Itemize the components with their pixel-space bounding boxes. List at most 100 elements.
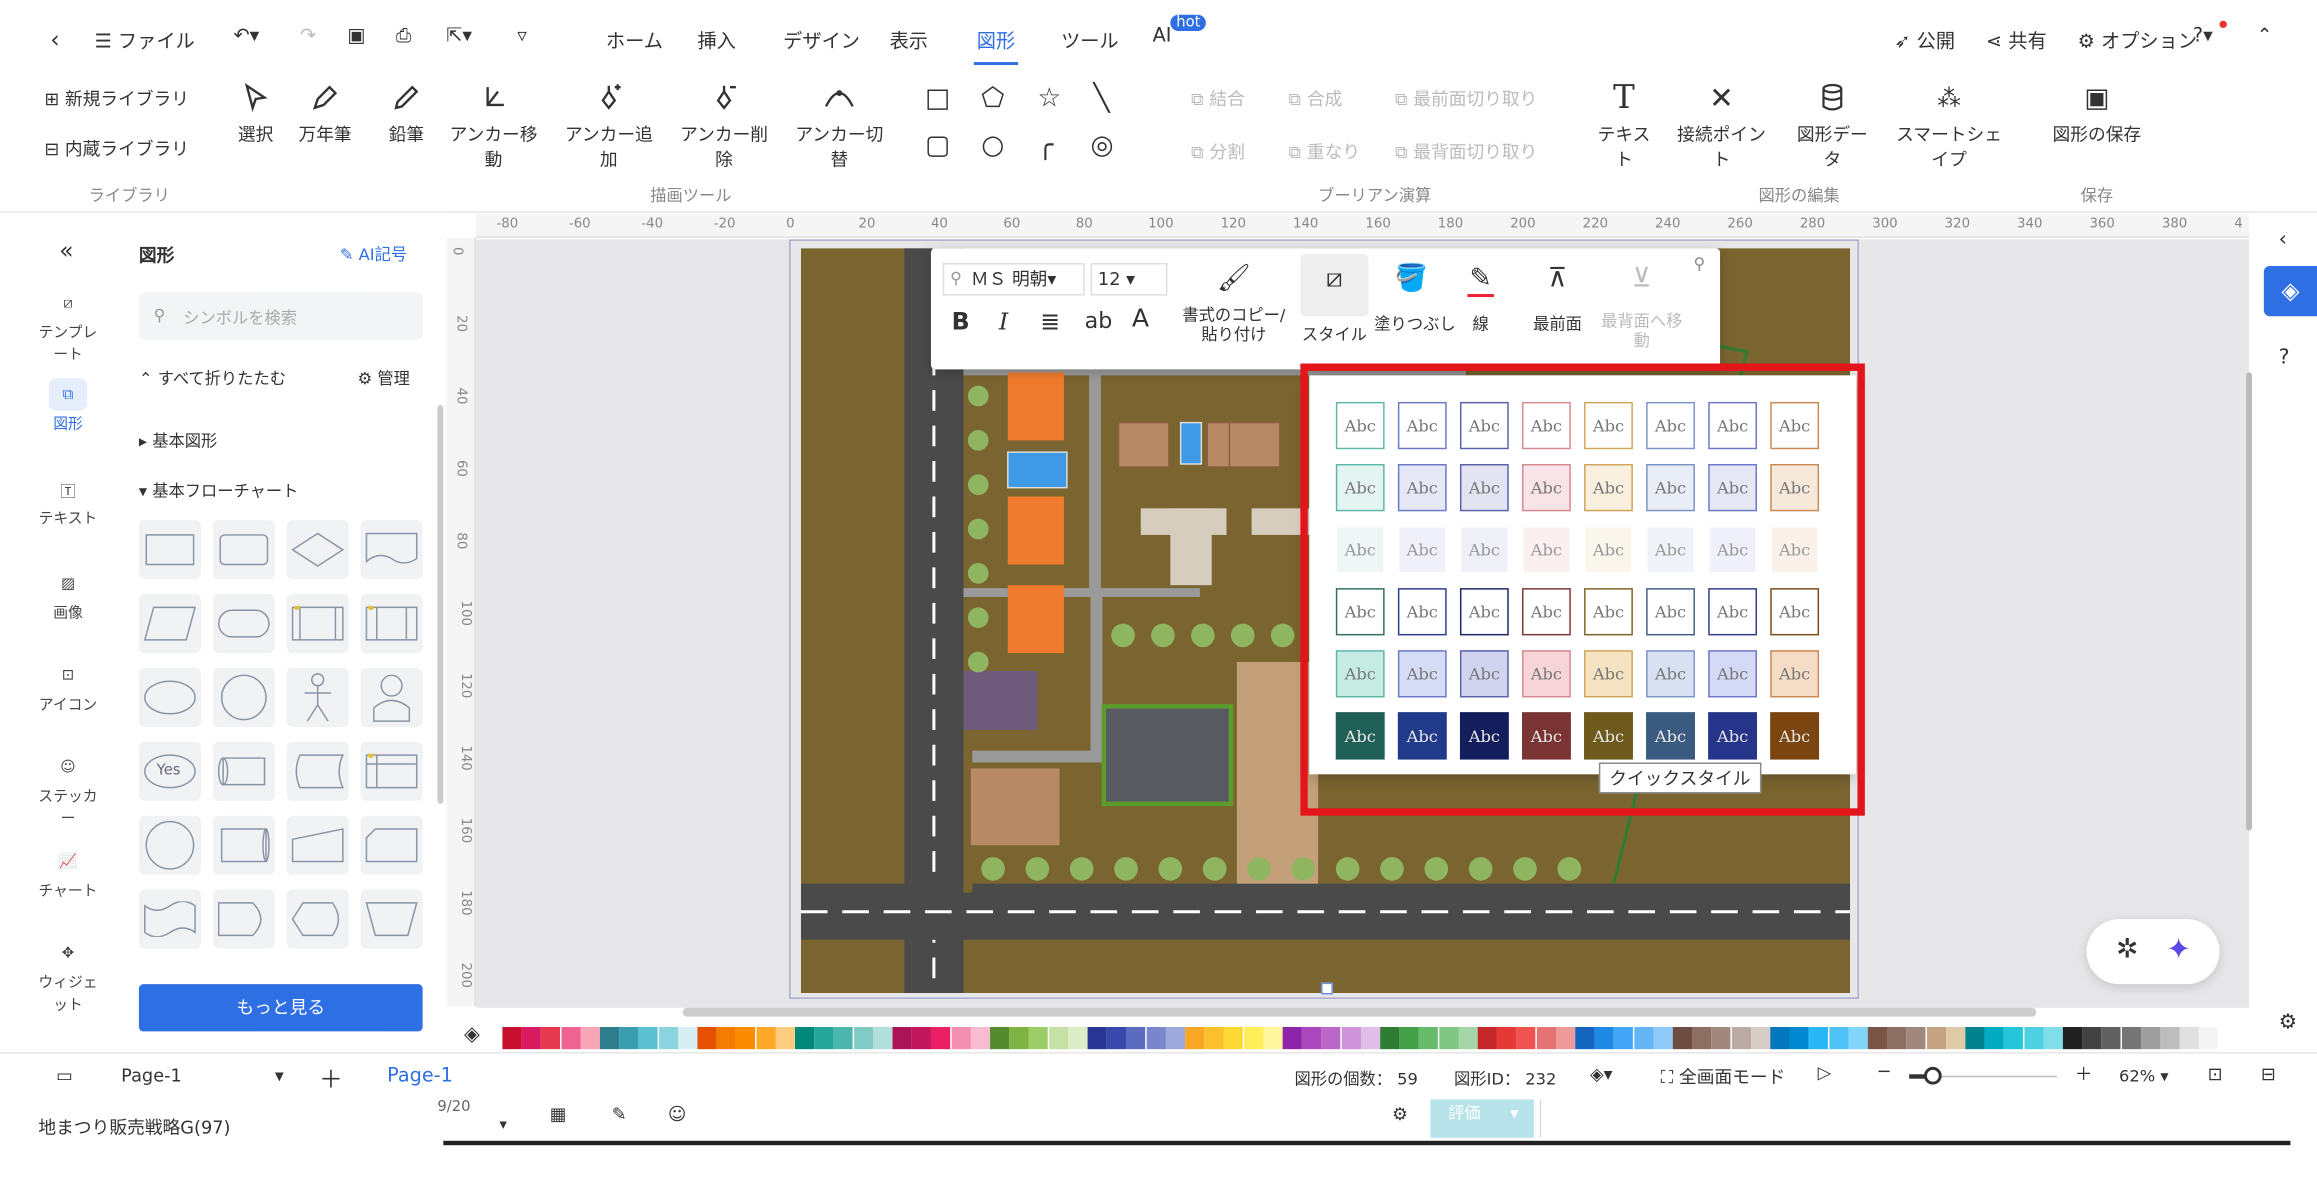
flow-terminator-shape[interactable] bbox=[212, 594, 275, 654]
palette-swatch[interactable] bbox=[1672, 1027, 1692, 1050]
palette-swatch[interactable] bbox=[2082, 1027, 2102, 1050]
text-tool[interactable]: T テキスト bbox=[1593, 79, 1655, 172]
palette-swatch[interactable] bbox=[834, 1027, 854, 1050]
palette-swatch[interactable] bbox=[1770, 1027, 1790, 1050]
tab-design[interactable]: デザイン bbox=[783, 25, 860, 53]
save-icon[interactable]: ▣ bbox=[347, 25, 365, 47]
palette-swatch[interactable] bbox=[2004, 1027, 2024, 1050]
palette-swatch[interactable] bbox=[1458, 1027, 1478, 1050]
palette-swatch[interactable] bbox=[873, 1027, 893, 1050]
palette-swatch[interactable] bbox=[560, 1027, 581, 1050]
flow-card-shape[interactable] bbox=[360, 741, 423, 801]
palette-swatch[interactable] bbox=[736, 1027, 756, 1050]
palette-swatch[interactable] bbox=[1731, 1027, 1751, 1050]
flow-process-shape[interactable] bbox=[138, 520, 201, 580]
input-area[interactable] bbox=[1539, 1099, 2288, 1138]
flow-decision-shape[interactable] bbox=[286, 520, 349, 580]
palette-swatch[interactable] bbox=[1360, 1027, 1380, 1050]
settings-icon[interactable]: ⚙ bbox=[2279, 1011, 2298, 1035]
tab-tools[interactable]: ツール bbox=[1061, 25, 1119, 53]
flow-delay-shape[interactable] bbox=[212, 889, 275, 949]
palette-swatch[interactable] bbox=[1633, 1027, 1653, 1050]
palette-swatch[interactable] bbox=[1107, 1027, 1127, 1050]
resize-handle[interactable] bbox=[1321, 982, 1333, 995]
builtin-library-button[interactable]: ⊟ 内蔵ライブラリ bbox=[44, 136, 189, 161]
palette-swatch[interactable] bbox=[951, 1027, 971, 1050]
palette-swatch[interactable] bbox=[619, 1027, 639, 1050]
palette-swatch[interactable] bbox=[2101, 1027, 2122, 1050]
star-icon[interactable]: ☆ bbox=[1037, 85, 1061, 113]
palette-swatch[interactable] bbox=[1224, 1027, 1244, 1050]
palette-swatch[interactable] bbox=[912, 1027, 932, 1050]
palette-swatch[interactable] bbox=[1945, 1027, 1966, 1050]
palette-swatch[interactable] bbox=[2121, 1027, 2141, 1050]
ai-symbol-button[interactable]: ✎ AI記号 bbox=[340, 242, 407, 266]
style-button[interactable]: ⧄ bbox=[1300, 254, 1369, 317]
format-painter-button[interactable]: 🖌 書式のコピー/ 貼り付け bbox=[1182, 263, 1285, 344]
palette-swatch[interactable] bbox=[2140, 1027, 2161, 1050]
font-size-select[interactable]: 12 ▾ bbox=[1090, 263, 1168, 296]
palette-swatch[interactable] bbox=[931, 1027, 951, 1050]
union-button[interactable]: ⧉ 結合 bbox=[1191, 86, 1245, 111]
palette-swatch[interactable] bbox=[1048, 1027, 1068, 1050]
page-select[interactable]: Page-1 ▾ bbox=[121, 1065, 292, 1086]
palette-swatch[interactable] bbox=[541, 1027, 561, 1050]
connection-point-tool[interactable]: ✕ 接続ポイント bbox=[1673, 80, 1771, 172]
anchor-switch-tool[interactable]: アンカー切替 bbox=[789, 80, 889, 172]
flow-document-shape[interactable] bbox=[360, 520, 423, 580]
pencil-tool[interactable]: 鉛筆 bbox=[381, 80, 431, 146]
palette-swatch[interactable] bbox=[892, 1027, 912, 1050]
palette-swatch[interactable] bbox=[755, 1027, 776, 1050]
pen-tool[interactable]: 万年筆 bbox=[293, 80, 358, 146]
palette-swatch[interactable] bbox=[1887, 1027, 1907, 1050]
fill-bucket-icon[interactable]: ◈ bbox=[464, 1023, 480, 1047]
palette-swatch[interactable] bbox=[1497, 1027, 1517, 1050]
redo-icon[interactable]: ↷ bbox=[300, 25, 316, 47]
front-cut-button[interactable]: ⧉ 最前面切り取り bbox=[1395, 86, 1537, 111]
palette-swatch[interactable] bbox=[1029, 1027, 1049, 1050]
palette-swatch[interactable] bbox=[521, 1027, 542, 1050]
fit-page-icon[interactable]: ⊡ bbox=[2208, 1064, 2223, 1085]
palette-swatch[interactable] bbox=[1477, 1027, 1497, 1050]
palette-swatch[interactable] bbox=[1809, 1027, 1829, 1050]
palette-swatch[interactable] bbox=[1614, 1027, 1634, 1050]
tab-ai[interactable]: AI bbox=[1153, 25, 1172, 47]
grid-icon[interactable]: ▦ bbox=[550, 1104, 567, 1125]
palette-swatch[interactable] bbox=[1321, 1027, 1341, 1050]
gear-icon[interactable]: ⚙ bbox=[1392, 1104, 1408, 1125]
italic-icon[interactable]: I bbox=[999, 307, 1008, 335]
palette-swatch[interactable] bbox=[814, 1027, 834, 1050]
back-icon[interactable]: ‹ bbox=[50, 25, 59, 53]
palette-swatch[interactable] bbox=[1438, 1027, 1458, 1050]
palette-swatch[interactable] bbox=[1087, 1027, 1107, 1050]
flow-predefined-shape[interactable] bbox=[286, 594, 349, 654]
intersect-button[interactable]: ⧉ 重なり bbox=[1289, 139, 1361, 164]
undo-icon[interactable]: ↶▾ bbox=[233, 25, 259, 47]
palette-swatch[interactable] bbox=[1555, 1027, 1575, 1050]
flow-manual-operation-shape[interactable] bbox=[360, 889, 423, 949]
tab-home[interactable]: ホーム bbox=[606, 25, 663, 53]
zoom-slider-handle[interactable] bbox=[1923, 1066, 1942, 1085]
palette-swatch[interactable] bbox=[1789, 1027, 1809, 1050]
palette-swatch[interactable] bbox=[1692, 1027, 1712, 1050]
font-family-select[interactable]: ⚲ ＭＳ 明朝▾ bbox=[942, 263, 1085, 296]
spiral-icon[interactable]: ◎ bbox=[1091, 132, 1114, 160]
dropdown-icon[interactable]: ▾ bbox=[499, 1117, 506, 1133]
shape-data-tool[interactable]: 図形データ bbox=[1791, 80, 1874, 172]
bold-icon[interactable]: B bbox=[952, 307, 970, 335]
anchor-delete-tool[interactable]: アンカー削除 bbox=[674, 80, 774, 172]
flow-stored-data-shape[interactable] bbox=[286, 741, 349, 801]
palette-swatch[interactable] bbox=[2062, 1027, 2083, 1050]
circle-icon[interactable]: ○ bbox=[981, 132, 1004, 160]
palette-swatch[interactable] bbox=[1009, 1027, 1029, 1050]
palette-swatch[interactable] bbox=[1750, 1027, 1770, 1050]
palette-swatch[interactable] bbox=[1302, 1027, 1322, 1050]
palette-swatch[interactable] bbox=[853, 1027, 873, 1050]
palette-swatch[interactable] bbox=[2179, 1027, 2200, 1050]
flow-loop-limit-shape[interactable] bbox=[360, 815, 423, 875]
add-page-icon[interactable]: ＋ bbox=[319, 1060, 343, 1095]
palette-swatch[interactable] bbox=[1984, 1027, 2005, 1050]
palette-swatch[interactable] bbox=[1867, 1027, 1888, 1050]
nav-chart[interactable]: 📈 チャート bbox=[35, 845, 100, 900]
palette-swatch[interactable] bbox=[1243, 1027, 1263, 1050]
